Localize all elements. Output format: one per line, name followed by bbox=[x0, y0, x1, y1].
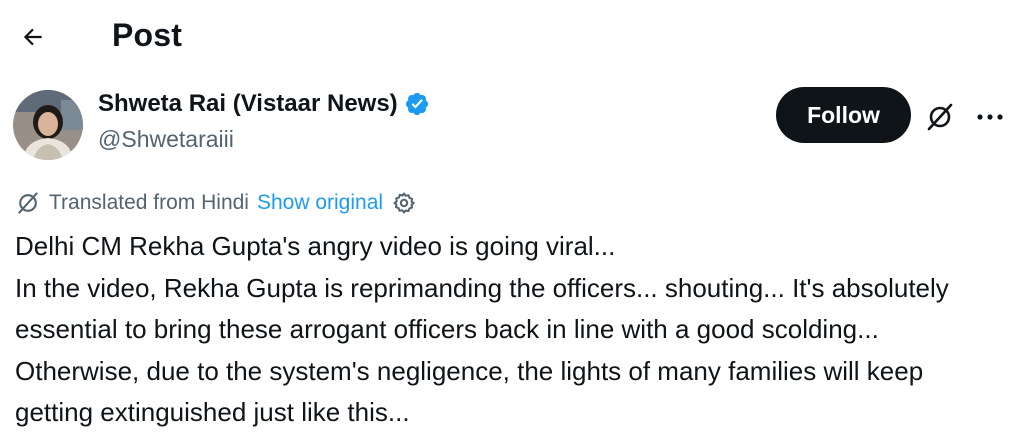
grok-button[interactable] bbox=[920, 97, 960, 137]
follow-button[interactable]: Follow bbox=[776, 87, 911, 143]
author-name-text: Shweta Rai (Vistaar News) bbox=[98, 90, 398, 117]
translation-bar: Translated from Hindi Show original bbox=[15, 187, 417, 219]
avatar-image bbox=[13, 90, 83, 160]
verified-badge-icon bbox=[405, 92, 428, 116]
gear-icon bbox=[393, 192, 415, 214]
more-button[interactable] bbox=[970, 97, 1010, 137]
translation-settings-button[interactable] bbox=[391, 190, 417, 216]
avatar[interactable] bbox=[13, 90, 83, 160]
translated-from-label: Translated from Hindi bbox=[49, 191, 249, 214]
page-title: Post bbox=[112, 17, 183, 53]
grok-icon bbox=[927, 103, 953, 131]
arrow-left-icon bbox=[23, 28, 42, 46]
author-handle[interactable]: @Shwetaraiii bbox=[98, 126, 234, 153]
show-original-link[interactable]: Show original bbox=[257, 191, 383, 215]
back-button[interactable] bbox=[14, 18, 52, 56]
translate-icon bbox=[18, 192, 38, 214]
post-text: Delhi CM Rekha Gupta's angry video is go… bbox=[15, 231, 949, 427]
post-header: Post bbox=[0, 0, 1013, 72]
author-display-name[interactable]: Shweta Rai (Vistaar News) bbox=[98, 90, 430, 118]
more-icon bbox=[977, 114, 1003, 120]
